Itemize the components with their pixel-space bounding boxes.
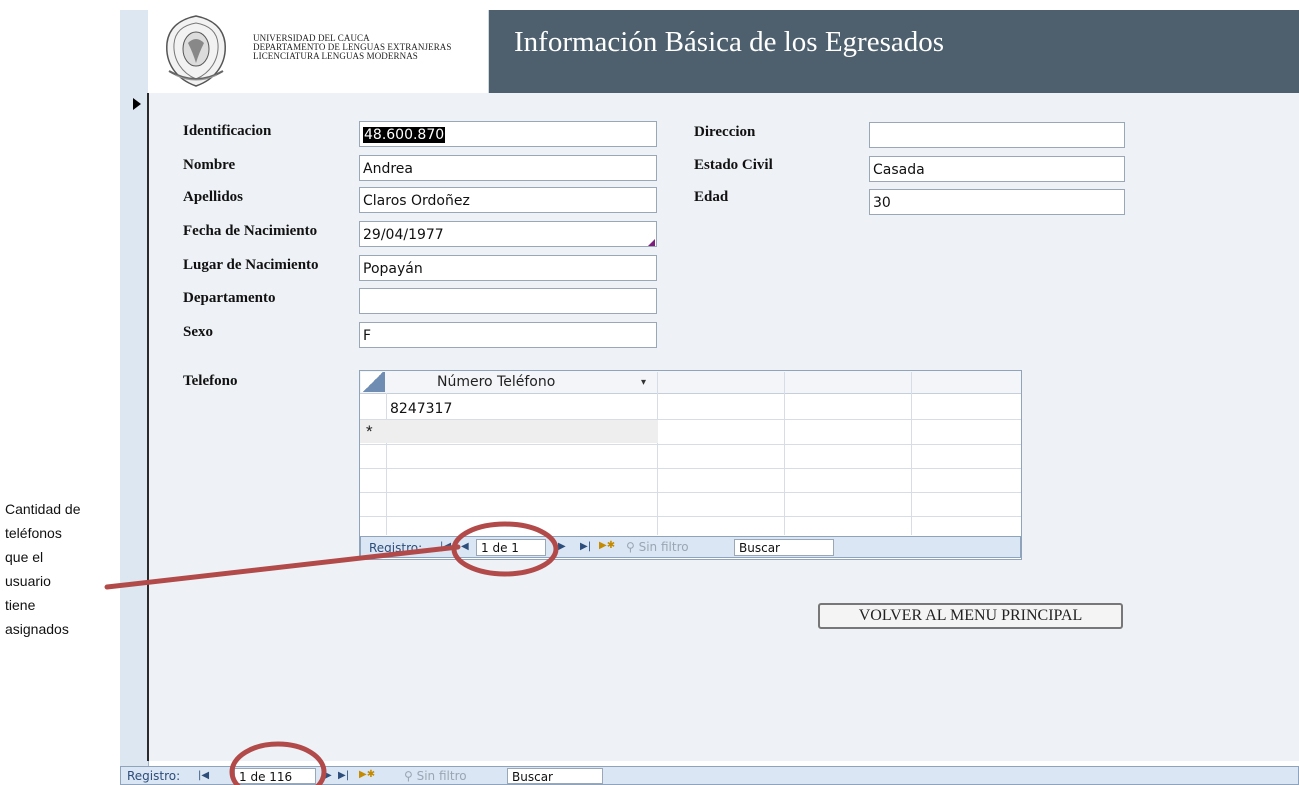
main-last-record-icon[interactable]: ▶| [338, 770, 349, 781]
page-title: Información Básica de los Egresados [514, 26, 945, 58]
main-search-box[interactable]: Buscar [507, 768, 603, 784]
lugar-nacimiento-field[interactable]: Popayán [359, 255, 657, 281]
last-record-icon[interactable]: ▶| [580, 541, 591, 552]
filter-icon: ⚲ [626, 540, 639, 554]
grid-divider [360, 516, 1021, 517]
grid-divider [386, 393, 387, 535]
annotation-line: que el [5, 549, 44, 565]
identificacion-label: Identificacion [183, 123, 272, 139]
sexo-label: Sexo [183, 324, 213, 340]
departamento-field[interactable] [359, 288, 657, 314]
grid-divider [360, 444, 1021, 445]
telefono-subform [359, 370, 1022, 560]
main-filter-label: Sin filtro [416, 769, 467, 783]
annotation-line: tiene [5, 597, 36, 613]
apellidos-label: Apellidos [183, 189, 244, 205]
next-record-icon[interactable]: ▶ [558, 541, 566, 552]
column-dropdown-icon[interactable]: ▾ [641, 377, 646, 388]
main-filter-icon: ⚲ [404, 769, 417, 783]
direccion-field[interactable] [869, 122, 1125, 148]
grid-divider [360, 468, 1021, 469]
university-seal-icon [166, 15, 226, 87]
main-next-record-icon[interactable]: ▶ [324, 770, 332, 781]
main-record-navigation: Registro: |◀ 1 de 116 ▶ ▶| ▶✱ ⚲ Sin filt… [120, 766, 1299, 785]
main-nav-label: Registro: [127, 769, 181, 783]
subform-record-position[interactable]: 1 de 1 [476, 539, 546, 556]
edad-field[interactable]: 30 [869, 189, 1125, 215]
fecha-nacimiento-label: Fecha de Nacimiento [183, 223, 318, 239]
main-record-position[interactable]: 1 de 116 [234, 768, 316, 784]
main-new-record-icon[interactable]: ▶✱ [359, 769, 375, 780]
main-first-record-icon[interactable]: |◀ [198, 770, 209, 781]
program-name: LICENCIATURA LENGUAS MODERNAS [253, 51, 418, 61]
annotation-line: Cantidad de [5, 501, 81, 517]
estado-civil-label: Estado Civil [694, 157, 773, 173]
new-record-row[interactable] [360, 420, 658, 443]
telefono-label: Telefono [183, 373, 238, 389]
nombre-field[interactable]: Andrea [359, 155, 657, 181]
back-to-main-menu-button[interactable]: VOLVER AL MENU PRINCIPAL [818, 603, 1123, 629]
apellidos-field[interactable]: Claros Ordoñez [359, 187, 657, 213]
new-record-icon: * [366, 422, 373, 441]
select-all-icon[interactable] [361, 372, 385, 392]
sexo-field[interactable]: F [359, 322, 657, 348]
first-record-icon[interactable]: |◀ [440, 541, 451, 552]
fecha-nacimiento-field[interactable]: 29/04/1977 [359, 221, 657, 247]
subform-filter-label: Sin filtro [638, 540, 689, 554]
annotation-line: usuario [5, 573, 51, 589]
telefono-cell[interactable]: 8247317 [390, 401, 452, 417]
column-header-numero-telefono[interactable]: Número Teléfono [437, 374, 555, 390]
departamento-label: Departamento [183, 290, 276, 306]
grid-divider [360, 492, 1021, 493]
grid-divider [784, 372, 785, 535]
annotation-line: asignados [5, 621, 69, 637]
lugar-nacimiento-label: Lugar de Nacimiento [183, 257, 319, 273]
date-picker-corner-icon[interactable] [648, 239, 655, 246]
form-left-border [147, 93, 149, 761]
grid-divider [657, 372, 658, 535]
identificacion-field[interactable]: 48.600.870 [359, 121, 657, 147]
previous-record-icon[interactable]: ◀ [461, 541, 469, 552]
main-filter-status[interactable]: ⚲ Sin filtro [404, 769, 467, 783]
subform-record-navigation: Registro: |◀ ◀ 1 de 1 ▶ ▶| ▶✱ ⚲ Sin filt… [360, 536, 1021, 558]
annotation-line: teléfonos [5, 525, 62, 541]
direccion-label: Direccion [694, 124, 756, 140]
new-record-nav-icon[interactable]: ▶✱ [599, 540, 615, 551]
subform-search-box[interactable]: Buscar [734, 539, 834, 556]
identificacion-value: 48.600.870 [363, 127, 446, 143]
current-record-marker-icon [133, 98, 141, 110]
record-selector-bar[interactable] [120, 10, 149, 767]
estado-civil-field[interactable]: Casada [869, 156, 1125, 182]
subform-filter-status[interactable]: ⚲ Sin filtro [626, 540, 689, 554]
grid-divider [911, 372, 912, 535]
subform-nav-label: Registro: [369, 541, 423, 555]
annotation-text: Cantidad de teléfonos que el usuario tie… [5, 497, 117, 641]
edad-label: Edad [694, 189, 729, 205]
nombre-label: Nombre [183, 157, 236, 173]
